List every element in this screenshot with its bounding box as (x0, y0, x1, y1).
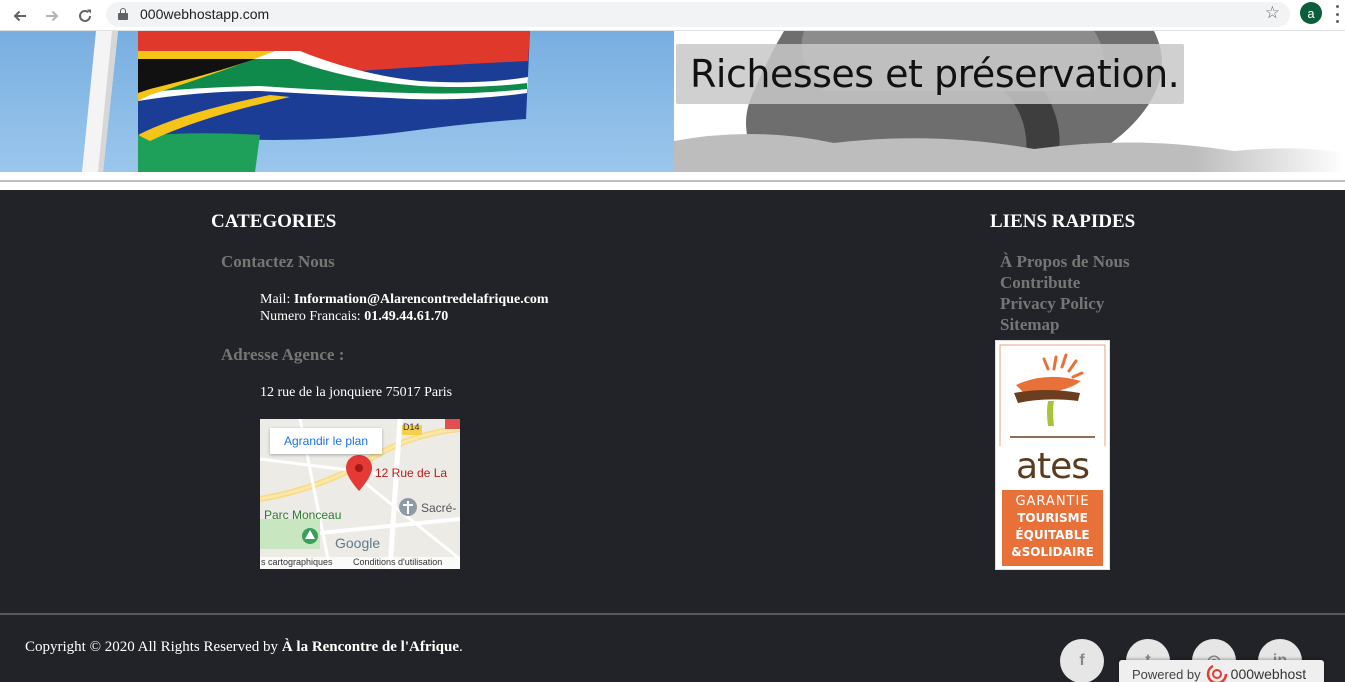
contact-title: Contactez Nous (221, 252, 335, 271)
map-data-label: s cartographiques (261, 557, 333, 567)
google-logo: Google (335, 535, 381, 551)
webhost-swirl-icon (1206, 663, 1227, 682)
ates-badge[interactable]: ates GARANTIE TOURISME ÉQUITABLE &SOLIDA… (995, 340, 1110, 570)
ates-line-2: TOURISME (1017, 511, 1088, 525)
star-icon[interactable]: ☆ (1265, 3, 1280, 23)
mail-value[interactable]: Information@Alarencontredelafrique.com (294, 292, 549, 307)
site-footer: CATEGORIES Contactez Nous Mail: Informat… (0, 190, 1345, 682)
banner-tagline: Richesses et préservation. (676, 44, 1184, 104)
profile-avatar[interactable]: a (1300, 2, 1322, 24)
quick-link-contribute[interactable]: Contribute (1000, 272, 1130, 293)
ates-wordmark: ates (1015, 446, 1090, 487)
map-church-label: Sacré- (421, 501, 457, 515)
phone-line: Numero Francais: 01.49.44.61.70 (260, 308, 549, 325)
categories-title: CATEGORIES (211, 211, 337, 232)
ates-line-3: ÉQUITABLE (1015, 528, 1090, 542)
hero-banner: Richesses et préservation. (0, 31, 1345, 172)
mail-line: Mail: Information@Alarencontredelafrique… (260, 291, 549, 308)
map-terms-link[interactable]: Conditions d'utilisation (353, 557, 442, 567)
powered-by-badge[interactable]: Powered by 000webhost (1119, 660, 1324, 682)
copyright-suffix: . (459, 639, 463, 655)
address-title: Adresse Agence : (221, 345, 345, 364)
south-africa-flag-image (0, 31, 674, 172)
footer-divider (0, 613, 1345, 615)
forward-arrow-icon[interactable] (40, 4, 64, 28)
ates-line-4: &SOLIDAIRE (1011, 545, 1094, 559)
lock-icon (118, 8, 128, 20)
ates-line-1: GARANTIE (1015, 494, 1090, 509)
phone-value[interactable]: 01.49.44.61.70 (364, 309, 448, 324)
reload-icon[interactable] (73, 4, 97, 28)
mail-label: Mail: (260, 292, 291, 307)
browser-toolbar: 000webhostapp.com ☆ a (0, 0, 1345, 31)
map-enlarge-button[interactable]: Agrandir le plan (270, 428, 382, 454)
phone-label: Numero Francais: (260, 309, 361, 324)
copyright-brand-link[interactable]: À la Rencontre de l'Afrique (282, 639, 459, 655)
map-road-label: D14 (403, 422, 420, 432)
address-value: 12 rue de la jonquiere 75017 Paris (260, 385, 453, 400)
map-park-label: Parc Monceau (264, 508, 342, 522)
copyright-prefix: Copyright © 2020 All Rights Reserved by (25, 639, 279, 655)
map-pin-label: 12 Rue de La (375, 466, 448, 480)
facebook-icon[interactable]: f (1060, 639, 1104, 682)
quick-links-title: LIENS RAPIDES (990, 211, 1136, 232)
ates-guarantee-band: GARANTIE TOURISME ÉQUITABLE &SOLIDAIRE (1002, 490, 1103, 566)
quick-link-sitemap[interactable]: Sitemap (1000, 314, 1130, 335)
kebab-menu-icon[interactable] (1336, 5, 1340, 23)
address-bar[interactable]: 000webhostapp.com ☆ (106, 2, 1290, 27)
google-map-embed[interactable]: Agrandir le plan D14 12 Rue de La Parc M… (260, 419, 460, 569)
powered-by-brand: 000webhost (1230, 666, 1307, 682)
tagline-text: Richesses et préservation. (690, 52, 1180, 96)
quick-link-privacy[interactable]: Privacy Policy (1000, 293, 1130, 314)
powered-by-label: Powered by (1132, 666, 1201, 682)
back-arrow-icon[interactable] (8, 4, 32, 28)
contact-info: Mail: Information@Alarencontredelafrique… (260, 291, 549, 325)
quick-links-list: À Propos de Nous Contribute Privacy Poli… (1000, 251, 1130, 335)
map-attribution: s cartographiques Conditions d'utilisati… (260, 557, 460, 569)
quick-link-about[interactable]: À Propos de Nous (1000, 251, 1130, 272)
ates-logo-icon (999, 344, 1106, 446)
copyright-text: Copyright © 2020 All Rights Reserved by … (25, 639, 463, 656)
banner-divider (0, 180, 1345, 182)
url-text: 000webhostapp.com (140, 6, 270, 22)
